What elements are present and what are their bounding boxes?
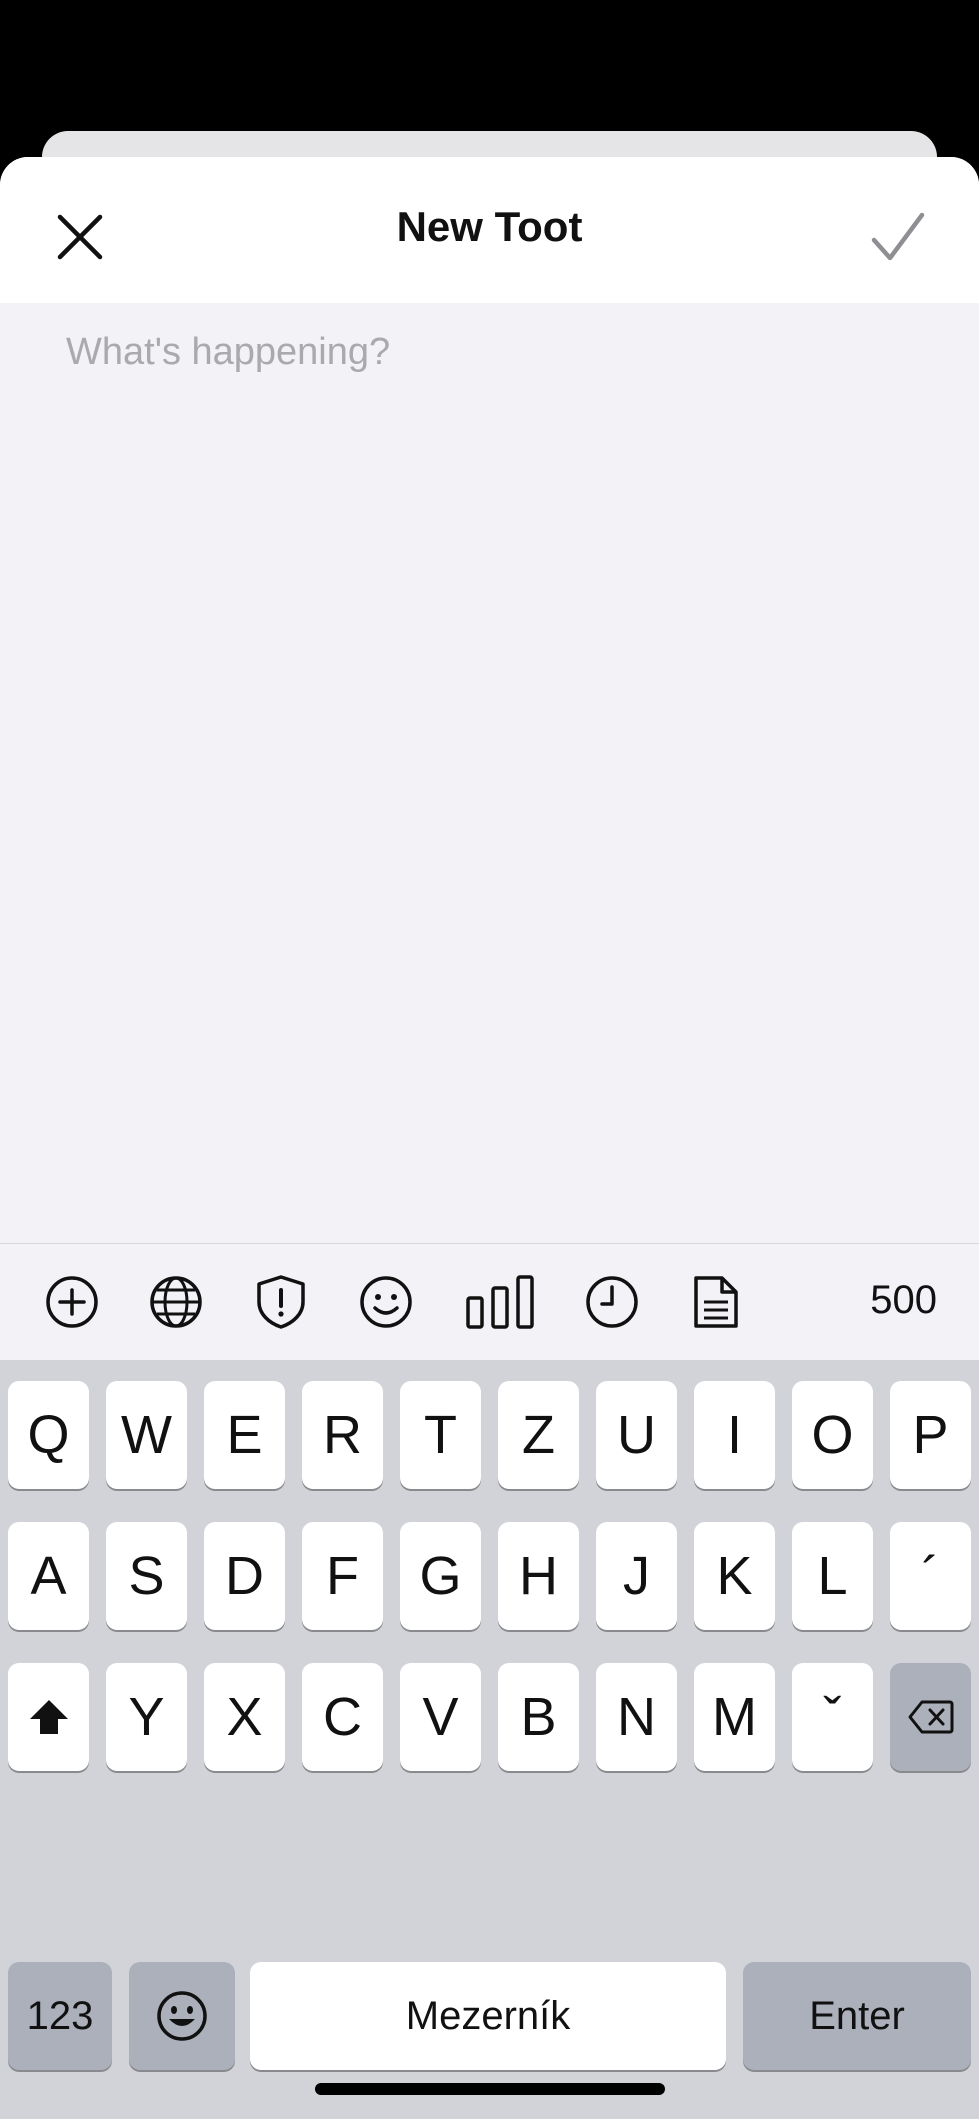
add-attachment-icon <box>46 1276 98 1328</box>
home-indicator <box>315 2083 665 2095</box>
key-x[interactable]: X <box>204 1663 285 1771</box>
key-f[interactable]: F <box>302 1522 383 1630</box>
page-title: New Toot <box>396 203 583 250</box>
key-q[interactable]: Q <box>8 1381 89 1489</box>
compose-sheet: New Toot What's happening? 500 Q W E R T… <box>0 157 979 2119</box>
schedule-icon <box>586 1276 638 1328</box>
poll-button[interactable] <box>465 1274 535 1330</box>
compose-header: New Toot <box>0 157 979 303</box>
key-h[interactable]: H <box>498 1522 579 1630</box>
emoji-button[interactable] <box>358 1274 414 1330</box>
key-e[interactable]: E <box>204 1381 285 1489</box>
key-s[interactable]: S <box>106 1522 187 1630</box>
emoji-key[interactable] <box>129 1962 235 2070</box>
space-key[interactable]: Mezerník <box>250 1962 726 2070</box>
checkmark-icon <box>871 212 925 261</box>
drafts-button[interactable] <box>688 1274 744 1330</box>
key-acute[interactable]: ´ <box>890 1522 971 1630</box>
key-g[interactable]: G <box>400 1522 481 1630</box>
key-i[interactable]: I <box>694 1381 775 1489</box>
emoji-icon <box>360 1276 412 1328</box>
key-r[interactable]: R <box>302 1381 383 1489</box>
key-z[interactable]: Z <box>498 1381 579 1489</box>
key-v[interactable]: V <box>400 1663 481 1771</box>
globe-visibility-icon <box>150 1276 202 1328</box>
content-warning-button[interactable] <box>253 1274 309 1330</box>
key-p[interactable]: P <box>890 1381 971 1489</box>
add-attachment-button[interactable] <box>44 1274 100 1330</box>
key-m[interactable]: M <box>694 1663 775 1771</box>
content-warning-icon <box>257 1275 305 1329</box>
key-b[interactable]: B <box>498 1663 579 1771</box>
key-caron[interactable]: ˇ <box>792 1663 873 1771</box>
key-j[interactable]: J <box>596 1522 677 1630</box>
keyboard: Q W E R T Z U I O P A S D F G H J K L ´ … <box>0 1360 979 2119</box>
key-c[interactable]: C <box>302 1663 383 1771</box>
key-y[interactable]: Y <box>106 1663 187 1771</box>
compose-area <box>0 303 979 1241</box>
emoji-keyboard-icon <box>157 1991 207 2041</box>
visibility-button[interactable] <box>148 1274 204 1330</box>
key-o[interactable]: O <box>792 1381 873 1489</box>
key-k[interactable]: K <box>694 1522 775 1630</box>
character-counter: 500 <box>870 1278 937 1322</box>
shift-key[interactable] <box>8 1663 89 1771</box>
schedule-button[interactable] <box>584 1274 640 1330</box>
key-d[interactable]: D <box>204 1522 285 1630</box>
shift-icon <box>29 1700 68 1734</box>
toot-text-input[interactable] <box>66 331 946 1211</box>
key-t[interactable]: T <box>400 1381 481 1489</box>
key-a[interactable]: A <box>8 1522 89 1630</box>
key-u[interactable]: U <box>596 1381 677 1489</box>
key-l[interactable]: L <box>792 1522 873 1630</box>
backspace-key[interactable] <box>890 1663 971 1771</box>
drafts-icon <box>694 1276 738 1328</box>
post-button[interactable] <box>858 199 938 275</box>
key-n[interactable]: N <box>596 1663 677 1771</box>
numbers-key[interactable]: 123 <box>8 1962 112 2070</box>
poll-icon <box>466 1275 534 1329</box>
backspace-icon <box>908 1700 953 1734</box>
enter-key[interactable]: Enter <box>743 1962 971 2070</box>
key-w[interactable]: W <box>106 1381 187 1489</box>
compose-toolbar: 500 <box>0 1243 979 1360</box>
